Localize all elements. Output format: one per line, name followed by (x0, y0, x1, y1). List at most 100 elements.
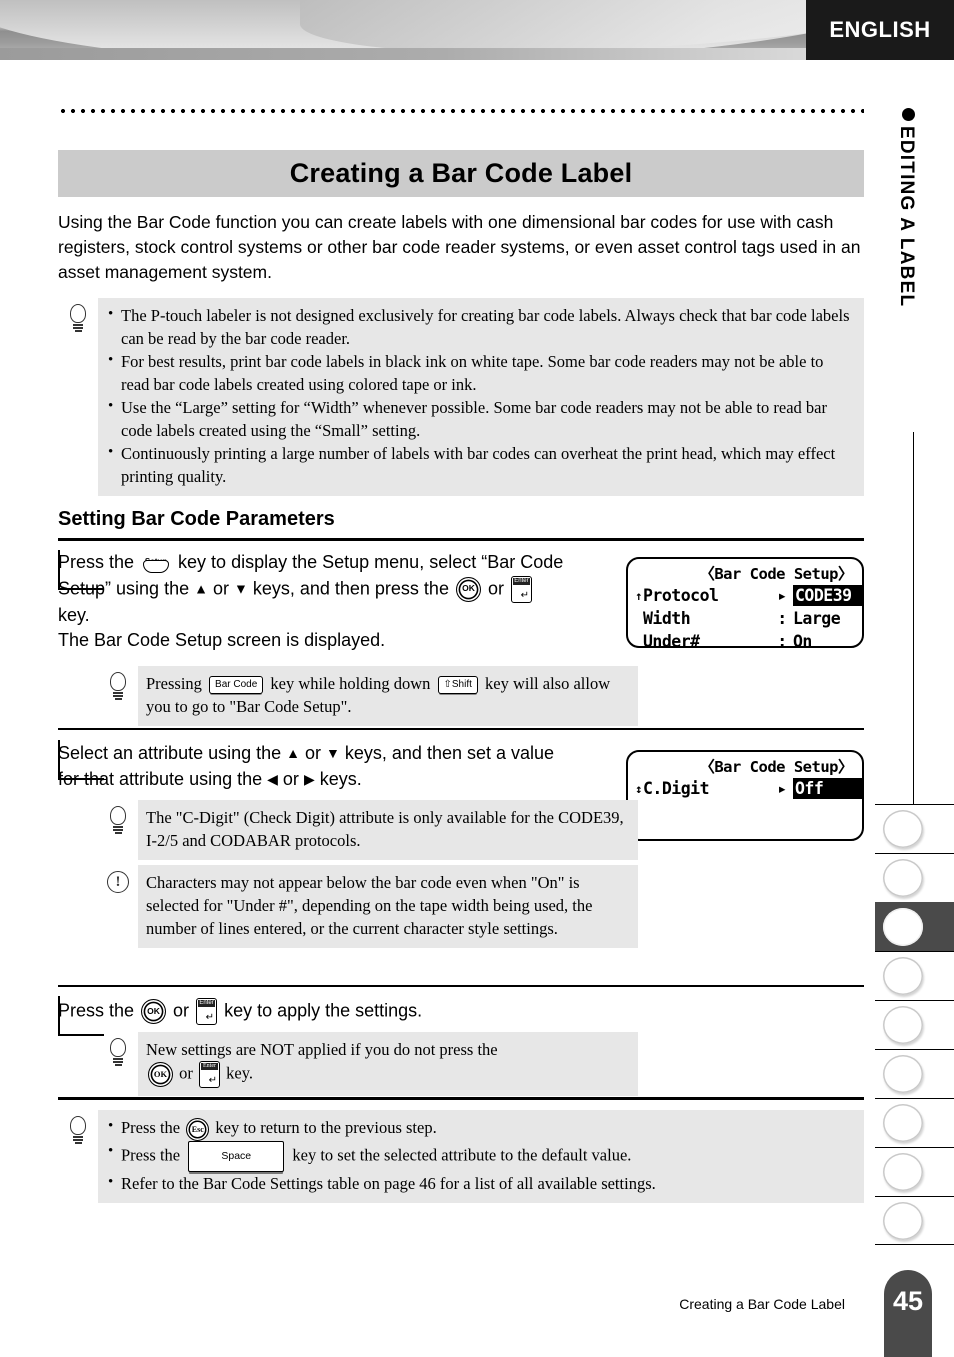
lcd-screen-bar-code-setup-1: 〈Bar Code Setup〉 ↑ Protocol ▸ CODE39 Wid… (626, 557, 864, 648)
lcd-row-separator: : (777, 632, 787, 648)
chapter-tab[interactable] (875, 1049, 954, 1098)
rail-divider-line (913, 432, 914, 804)
chapter-tab[interactable] (875, 1147, 954, 1196)
lcd-title: 〈Bar Code Setup〉 (699, 758, 853, 776)
list-item: Press the Space key to set the selected … (106, 1140, 854, 1172)
step-1-text-part-4: keys, and then press the (247, 577, 454, 598)
lcd-screen-bar-code-setup-2: 〈Bar Code Setup〉 ↕ C.Digit ▸ Off (626, 750, 864, 841)
chapter-tab[interactable] (875, 1000, 954, 1049)
lcd-row-value-selected: Off (793, 778, 862, 799)
ok-key-icon: OK (148, 1062, 173, 1087)
chapter-tab[interactable] (875, 951, 954, 1000)
chapter-tab[interactable] (875, 1196, 954, 1245)
tab-bubble-icon (883, 1153, 923, 1191)
page-title-bar: Creating a Bar Code Label (58, 150, 864, 197)
chapter-tab-active[interactable] (875, 902, 954, 951)
tab-bubble-icon (883, 810, 923, 848)
note-icon-column (98, 800, 138, 836)
chapter-tab[interactable] (875, 853, 954, 902)
step-2-text-part-4: or (277, 768, 304, 789)
step-divider-1 (58, 728, 864, 730)
right-arrow-icon: ▶ (303, 770, 315, 787)
bullet-text-part-2: key to set the selected attribute to the… (288, 1145, 632, 1164)
note-text-part-2: or (175, 1063, 197, 1083)
tab-bubble-icon (883, 907, 923, 946)
exclamation-icon: ! (107, 871, 129, 893)
tab-bubble-icon (883, 957, 923, 995)
lcd-row-value: Large (793, 609, 841, 628)
list-item: Refer to the Bar Code Settings table on … (106, 1171, 854, 1195)
section-heading: Setting Bar Code Parameters (58, 508, 335, 530)
bullet-circle-icon (902, 108, 915, 121)
top-note-panel: The P-touch labeler is not designed excl… (58, 298, 864, 496)
step-3-text-part-2: or (168, 1000, 195, 1021)
lcd-row-separator: ▸ (777, 779, 787, 798)
bullet-text-part-1: Press the (121, 1118, 185, 1137)
lcd-rows: ↑ Protocol ▸ CODE39 Width : Large Under#… (628, 584, 862, 648)
bullet-text-part-1: Refer to the Bar Code Settings table on … (121, 1173, 656, 1193)
step-2-tip-panel: The "C-Digit" (Check Digit) attribute is… (98, 800, 638, 860)
page-title: Creating a Bar Code Label (289, 158, 633, 188)
step-divider-2 (58, 985, 864, 987)
up-arrow-icon: ▲ (194, 579, 208, 596)
step-1-text-part-7: The Bar Code Setup screen is displayed. (58, 630, 386, 650)
note-icon-column (58, 1110, 98, 1146)
scroll-both-indicator-icon: ↕ (635, 781, 642, 796)
step-2-warning-body: Characters may not appear below the bar … (138, 865, 638, 948)
up-arrow-icon: ▲ (286, 745, 301, 761)
bullet-text-part-1: Press the (121, 1145, 185, 1164)
footer-running-title: Creating a Bar Code Label (679, 1296, 845, 1312)
chapter-tab[interactable] (875, 1098, 954, 1147)
step-1-text-part-1: Press the (58, 552, 140, 572)
step-3-note-panel: New settings are NOT applied if you do n… (98, 1032, 638, 1096)
list-item: Continuously printing a large number of … (106, 441, 854, 488)
step-1-text-part-3: or (207, 577, 234, 598)
step-2-text: Select an attribute using the ▲ or ▼ key… (58, 741, 568, 792)
bar-code-key-icon: Bar Code (209, 676, 264, 695)
chapter-tab[interactable] (875, 804, 954, 853)
top-note-body: The P-touch labeler is not designed excl… (98, 298, 864, 496)
tab-bubble-icon (883, 1201, 923, 1240)
lcd-row-value-selected: CODE39 (793, 585, 862, 606)
list-item: Press the Esc key to return to the previ… (106, 1115, 854, 1141)
lcd-row: ↑ Protocol ▸ CODE39 (634, 584, 862, 607)
header-base-strip (0, 48, 806, 60)
intro-paragraph: Using the Bar Code function you can crea… (58, 212, 861, 282)
enter-key-icon: Enter ↵ (199, 1061, 220, 1088)
lcd-row-value: On (793, 632, 812, 648)
note-text-part-1: Pressing (146, 674, 207, 693)
enter-key-icon: Enter ↵ (510, 575, 532, 603)
step-2-text-part-1: Select an attribute using the (58, 743, 287, 763)
page-header: ENGLISH (0, 0, 954, 60)
note-icon-column (98, 1032, 138, 1068)
lightbulb-icon (68, 1116, 88, 1146)
step-3-note-body: New settings are NOT applied if you do n… (138, 1032, 638, 1096)
note-text-part-1: New settings are NOT applied if you do n… (146, 1040, 498, 1059)
lightbulb-icon (108, 1038, 128, 1068)
dotted-rule-decoration (58, 108, 864, 114)
down-arrow-icon: ▼ (233, 579, 248, 596)
setup-key-icon: Setup (141, 551, 171, 575)
step-1-text-part-5: or (482, 577, 509, 598)
chapter-tab-strip (875, 804, 954, 1245)
chapter-label: EDITING A LABEL (896, 126, 917, 308)
lightbulb-icon (108, 672, 128, 702)
step-2-text-part-2: or (300, 743, 327, 763)
tab-bubble-icon (883, 1055, 923, 1093)
lcd-row-label: C.Digit (643, 779, 710, 798)
lightbulb-icon (108, 806, 128, 836)
lcd-row: Under# : On (634, 630, 856, 648)
space-key-icon: Space (188, 1140, 285, 1172)
enter-key-icon: Enter ↵ (196, 998, 218, 1025)
step-1-note-panel: Pressing Bar Code key while holding down… (98, 666, 638, 726)
bottom-note-panel: Press the Esc key to return to the previ… (58, 1110, 864, 1203)
left-arrow-icon: ◀ (267, 770, 278, 787)
header-gradient-banner (0, 0, 806, 60)
lcd-row-label: Under# (643, 632, 700, 648)
lcd-title: 〈Bar Code Setup〉 (699, 565, 853, 583)
step-3-text-part-1: Press the (58, 1000, 140, 1021)
step-3-text: Press the OK or Enter ↵ key to apply the … (58, 998, 758, 1025)
chapter-side-rail: EDITING A LABEL (875, 60, 954, 1357)
bottom-note-list: Press the Esc key to return to the previ… (106, 1115, 854, 1195)
scroll-up-indicator-icon: ↑ (635, 588, 642, 603)
